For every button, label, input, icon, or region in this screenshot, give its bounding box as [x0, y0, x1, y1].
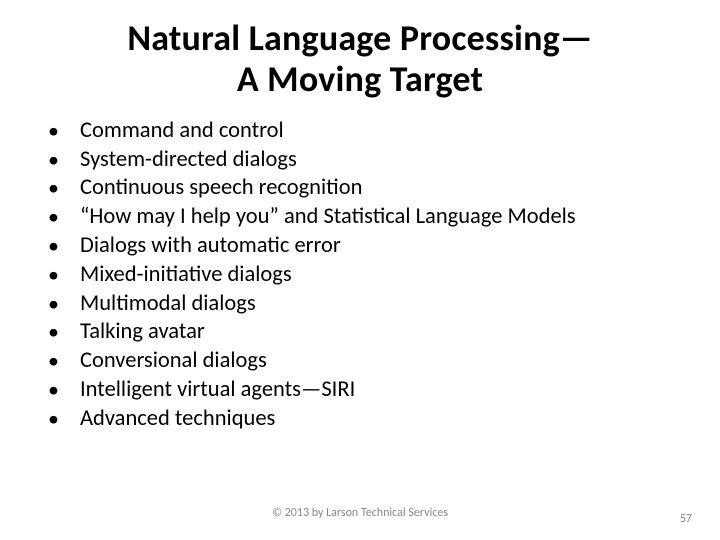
list-item: Continuous speech recognition — [58, 174, 700, 203]
page-number: 57 — [680, 512, 692, 526]
bullet-text: Continuous speech recognition — [80, 174, 362, 201]
slide-title: Natural Language Processing— A Moving Ta… — [0, 0, 720, 111]
list-item: Intelligent virtual agents—SIRI — [58, 376, 700, 405]
bullet-text: Dialogs with automatic error — [80, 232, 341, 259]
bullet-text: Intelligent virtual agents—SIRI — [80, 376, 355, 403]
footer: © 2013 by Larson Technical Services 57 — [0, 506, 720, 526]
bullet-text: Conversional dialogs — [80, 347, 267, 374]
list-item: Talking avatar — [58, 318, 700, 347]
bullet-text: Multimodal dialogs — [80, 290, 256, 317]
list-item: Dialogs with automatic error — [58, 232, 700, 261]
copyright-text: © 2013 by Larson Technical Services — [0, 506, 720, 520]
list-item: Mixed-initiative dialogs — [58, 261, 700, 290]
title-line-1: Natural Language Processing— — [127, 16, 592, 60]
bullet-text: “How may I help you” and Statistical Lan… — [80, 203, 576, 230]
list-item: Multimodal dialogs — [58, 290, 700, 319]
bullet-text: Talking avatar — [80, 318, 205, 345]
list-item: “How may I help you” and Statistical Lan… — [58, 203, 700, 232]
bullet-text: Mixed-initiative dialogs — [80, 261, 292, 288]
bullet-text: Advanced techniques — [80, 405, 275, 432]
bullet-text: Command and control — [80, 117, 284, 144]
list-item: Command and control — [58, 117, 700, 146]
list-item: Advanced techniques — [58, 405, 700, 434]
title-line-2: A Moving Target — [237, 57, 483, 101]
list-item: System-directed dialogs — [58, 146, 700, 175]
bullet-text: System-directed dialogs — [80, 146, 297, 173]
list-item: Conversional dialogs — [58, 347, 700, 376]
bullet-list: Command and control System-directed dial… — [0, 117, 720, 434]
slide: Natural Language Processing— A Moving Ta… — [0, 0, 720, 540]
